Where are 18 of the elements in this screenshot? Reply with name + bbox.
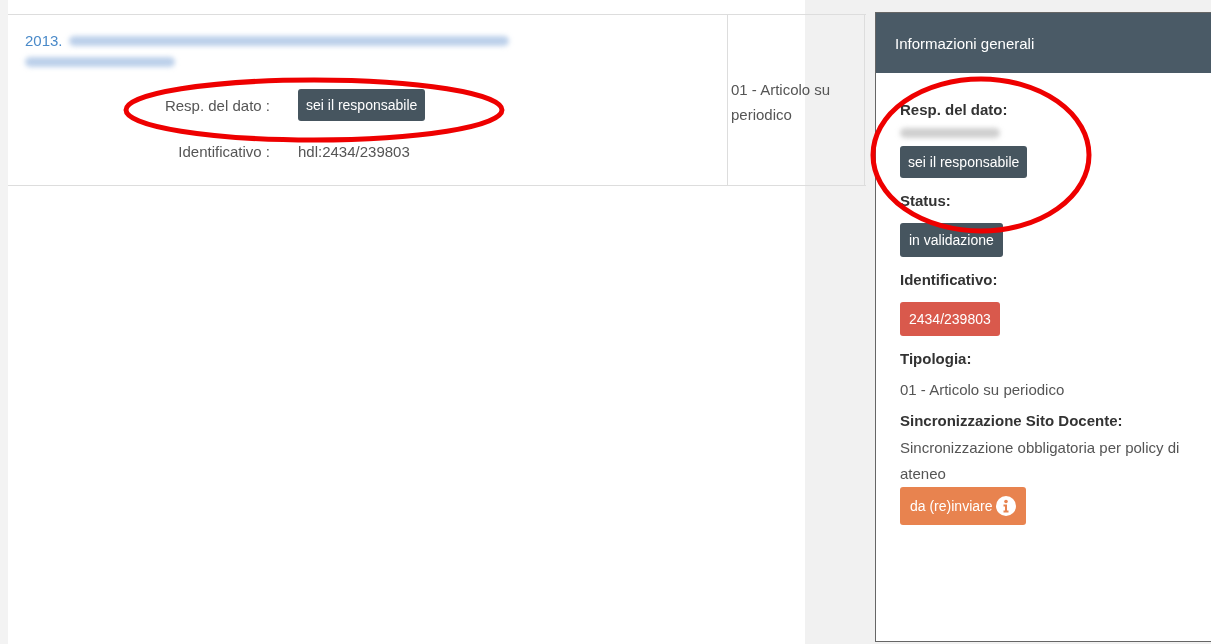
responsible-button[interactable]: sei il responsabile bbox=[298, 89, 426, 121]
panel-title: Informazioni generali bbox=[895, 34, 1035, 52]
section-label: Status: bbox=[900, 192, 951, 209]
record-link[interactable]: 2013. bbox=[25, 32, 63, 49]
section-label: Resp. del dato: bbox=[900, 101, 1008, 118]
section-label: Identificativo: bbox=[900, 271, 998, 288]
field-label: Resp. del dato : bbox=[163, 96, 270, 114]
type-cell-text: 01 - Articolo su periodico bbox=[731, 80, 832, 125]
section-value: Sincronizzazione obbligatoria per policy di ateneo bbox=[900, 438, 1180, 484]
info-icon bbox=[996, 496, 1017, 516]
status-badge: in validazione bbox=[900, 223, 1003, 257]
status-badge: 2434/239803 bbox=[900, 302, 1000, 336]
field-value: hdl:2434/239803 bbox=[298, 143, 410, 160]
field-label: Identificativo : bbox=[177, 143, 270, 160]
section-label: Sincronizzazione Sito Docente: bbox=[900, 412, 1123, 429]
responsible-button[interactable]: sei il responsabile bbox=[900, 146, 1028, 178]
section-value: 01 - Articolo su periodico bbox=[900, 381, 1065, 398]
section-label: Tipologia: bbox=[900, 350, 972, 367]
